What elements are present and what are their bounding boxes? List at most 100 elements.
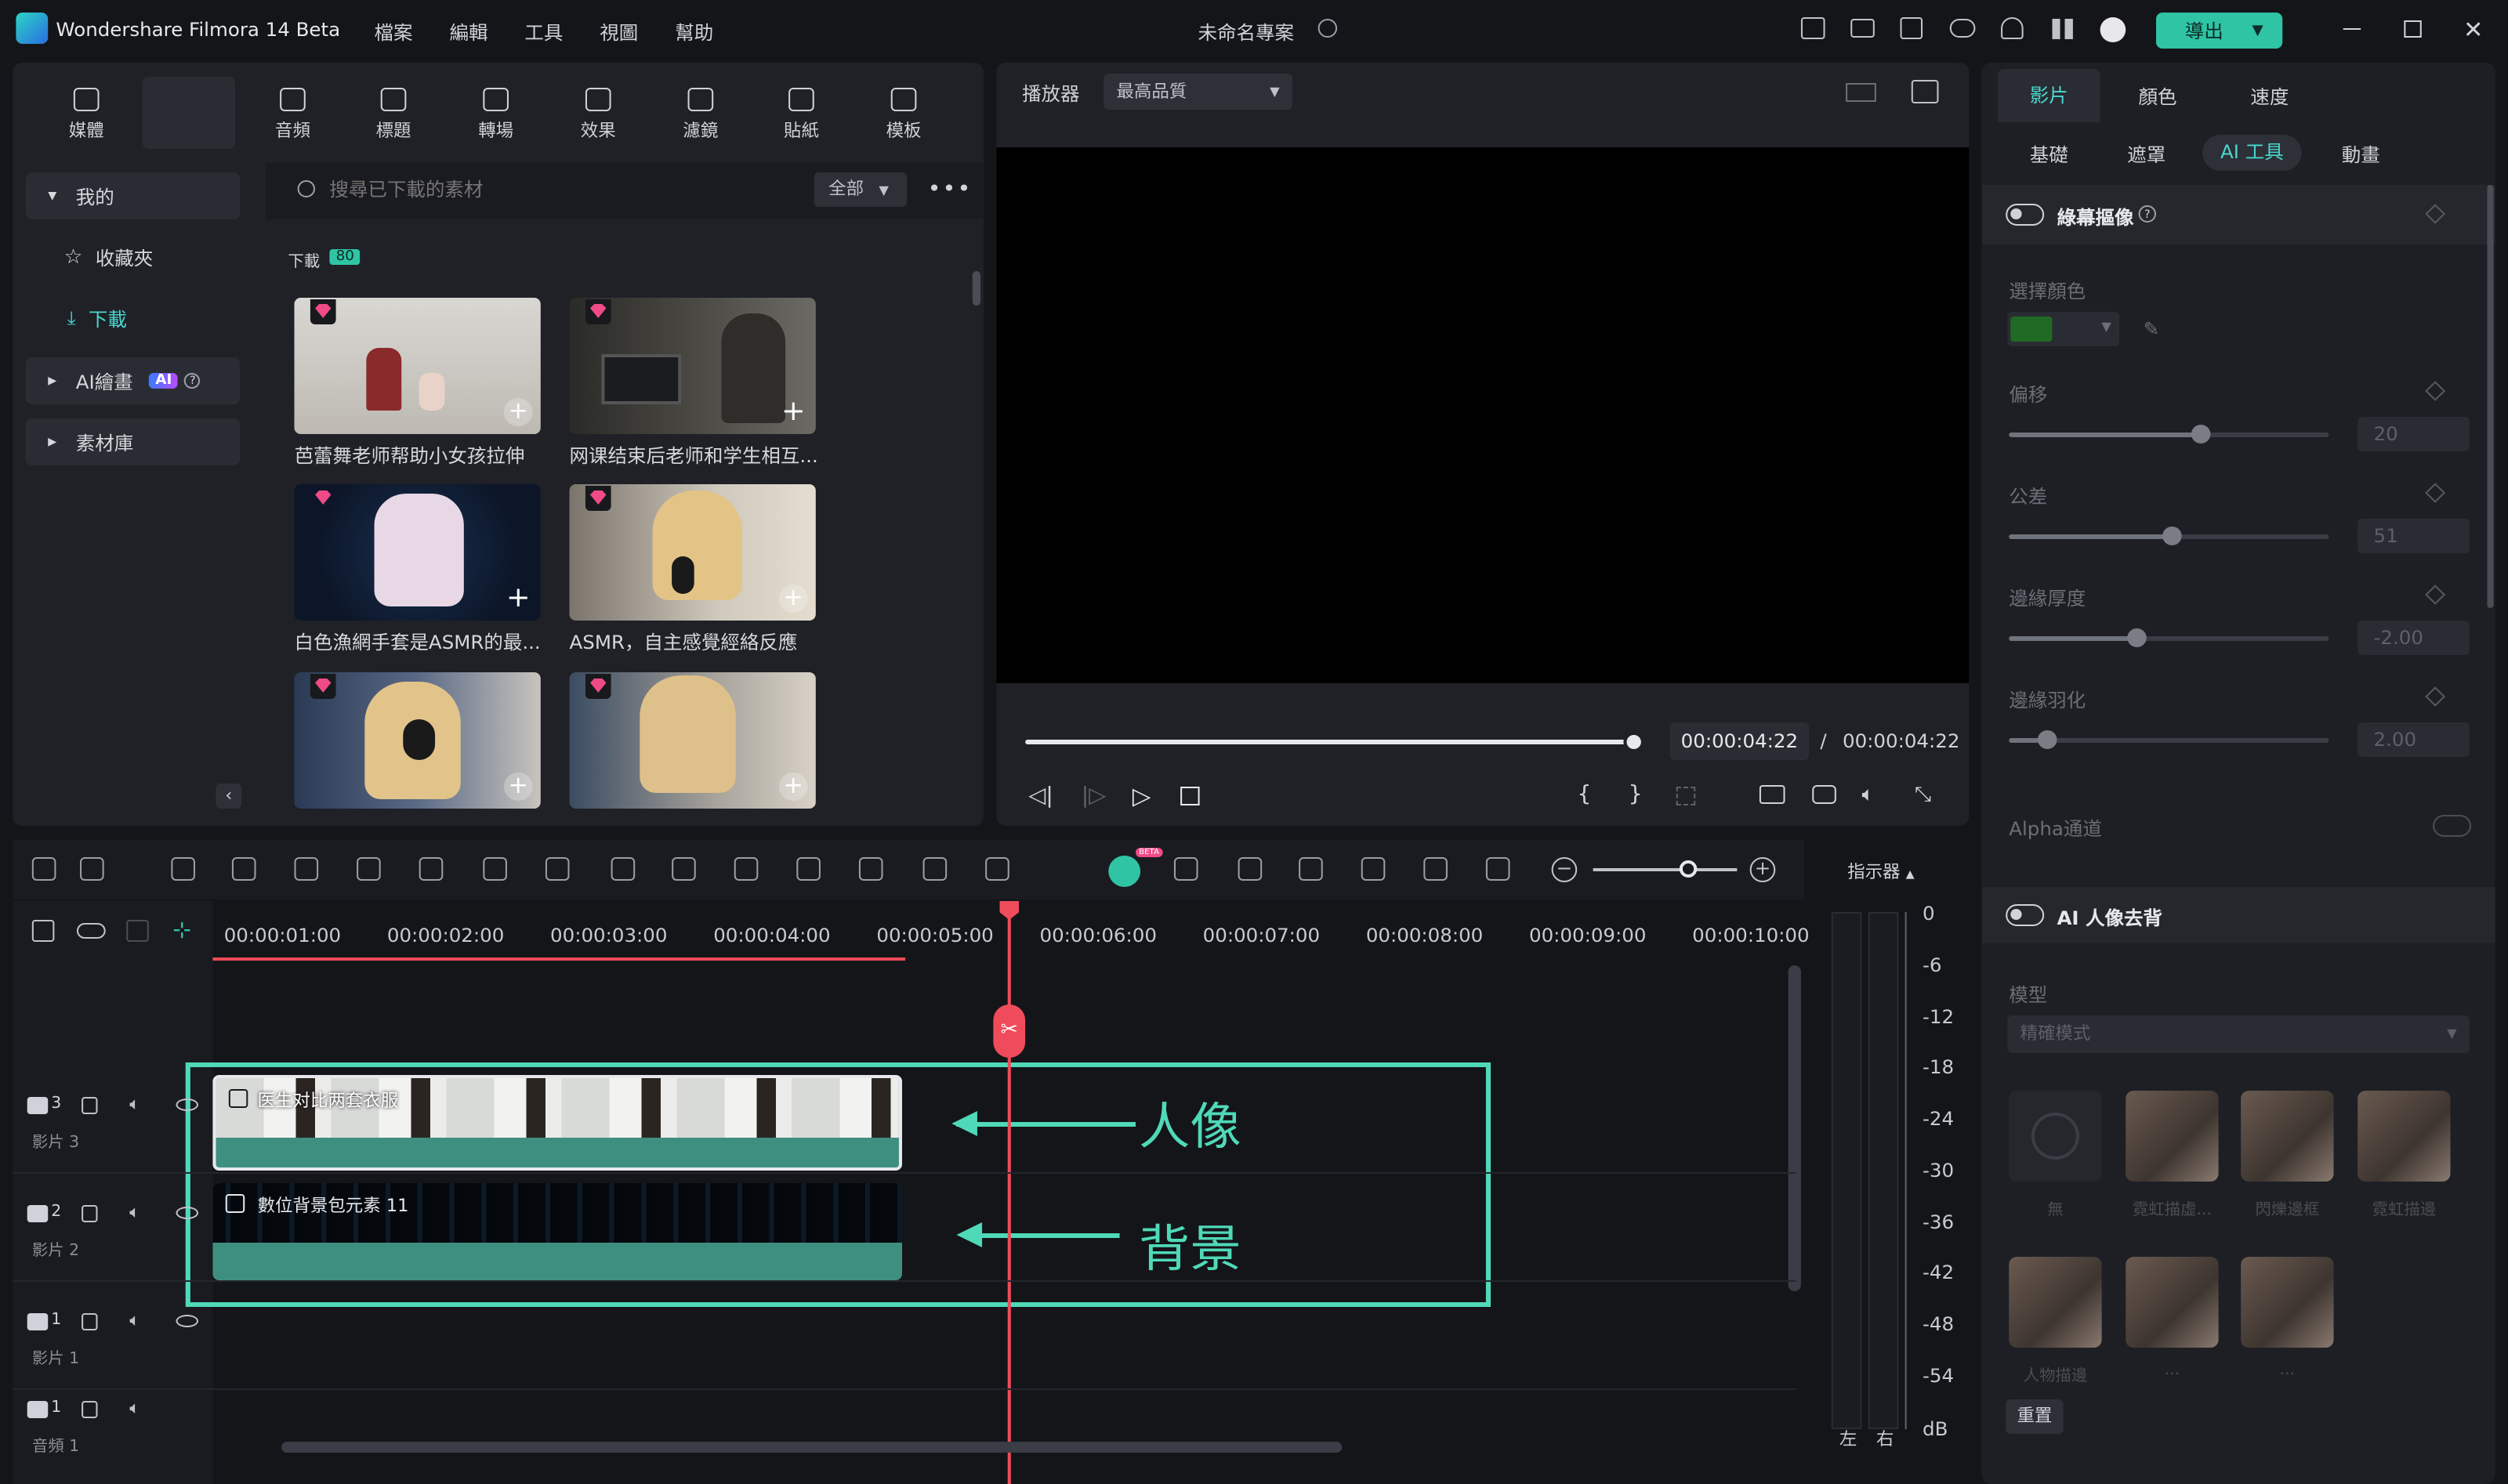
color-picker[interactable]: ▼ xyxy=(2007,312,2120,346)
help-icon[interactable]: ? xyxy=(2138,205,2156,223)
headset-icon[interactable] xyxy=(2001,17,2024,39)
eyedropper-icon[interactable]: ✎ xyxy=(2144,318,2160,340)
sidebar-item-favorites[interactable]: ☆ 收藏夾 xyxy=(26,233,240,281)
prev-frame-icon[interactable]: ◁| xyxy=(1028,784,1053,809)
quality-select[interactable]: 最高品質 ▼ xyxy=(1104,74,1292,110)
insert-icon[interactable] xyxy=(1676,787,1696,805)
restore-button[interactable] xyxy=(2404,20,2422,38)
timeline-v-scrollbar[interactable] xyxy=(1788,965,1801,1291)
magnet-snap-icon[interactable]: ⊹ xyxy=(172,918,191,943)
thumbnail-ballet[interactable]: + xyxy=(294,298,541,434)
track-visibility-icon[interactable] xyxy=(176,1315,199,1327)
slider-value[interactable]: 51 xyxy=(2358,519,2470,553)
volume-icon[interactable]: 🔈︎ xyxy=(1861,784,1874,807)
ai-effect-tile[interactable] xyxy=(2009,1091,2102,1182)
slider-value[interactable]: 2.00 xyxy=(2358,722,2470,757)
search-input[interactable] xyxy=(329,172,794,207)
split-scissors-icon[interactable]: ✂ xyxy=(993,1004,1026,1058)
thumbnail-asmr-woman-2[interactable]: + xyxy=(294,672,541,809)
slider-value[interactable]: -2.00 xyxy=(2358,621,2470,655)
subtab-animation[interactable]: 動畫 xyxy=(2342,141,2380,168)
track-lock-icon[interactable] xyxy=(82,1401,98,1418)
model-select[interactable]: 精確模式 ▼ xyxy=(2007,1015,2470,1053)
timeline-tool-11-icon[interactable] xyxy=(672,857,696,881)
thumbnail-online-class[interactable]: + xyxy=(569,298,816,434)
alpha-channel-toggle[interactable] xyxy=(2433,815,2472,837)
chroma-key-toggle[interactable] xyxy=(2006,204,2045,226)
playback-progress-track[interactable] xyxy=(1025,732,1644,752)
ai-effect-tile[interactable] xyxy=(2126,1257,2219,1348)
reset-button[interactable]: 重置 xyxy=(2006,1399,2064,1434)
slider-track[interactable] xyxy=(2009,628,2329,647)
ai-effect-tile[interactable] xyxy=(2009,1257,2102,1348)
subtab-basic[interactable]: 基礎 xyxy=(2030,141,2068,168)
link-icon[interactable] xyxy=(76,923,106,939)
display-icon[interactable] xyxy=(1759,785,1785,804)
add-icon[interactable]: + xyxy=(503,397,533,426)
playback-progress-knob[interactable] xyxy=(1623,732,1644,752)
timeline-tool-1-icon[interactable] xyxy=(31,857,56,881)
slider-track[interactable] xyxy=(2009,425,2329,443)
add-icon[interactable]: + xyxy=(778,772,808,801)
timeline-tool-5-icon[interactable] xyxy=(294,857,319,881)
tool-sticker[interactable]: 貼紙 xyxy=(761,88,841,143)
slider-knob[interactable] xyxy=(2191,425,2211,443)
tool-title[interactable]: 標題 xyxy=(353,88,433,143)
screen-record-icon[interactable] xyxy=(1800,17,1825,39)
timeline-tool-6-icon[interactable] xyxy=(357,857,381,881)
slider-knob[interactable] xyxy=(2127,628,2147,647)
ai-copilot-icon[interactable] xyxy=(1108,856,1141,887)
indicator-dropdown[interactable]: 指示器 ▲ xyxy=(1847,859,1914,884)
track-mute-icon[interactable]: 🔈︎ xyxy=(129,1094,140,1116)
add-icon[interactable]: + xyxy=(504,584,533,613)
minimize-button[interactable] xyxy=(2343,28,2361,30)
ai-effect-tile[interactable] xyxy=(2241,1257,2334,1348)
timeline-tool-10-icon[interactable] xyxy=(611,857,636,881)
zoom-in-icon[interactable]: + xyxy=(1749,857,1776,882)
timeline-tool-16-icon[interactable] xyxy=(985,857,1009,881)
timeline-tool-15-icon[interactable] xyxy=(922,857,948,881)
mark-out-icon[interactable]: } xyxy=(1629,782,1643,807)
timeline-tool-17-icon[interactable] xyxy=(1173,857,1198,881)
timeline-h-scrollbar[interactable] xyxy=(281,1442,1343,1453)
add-icon[interactable]: + xyxy=(778,584,808,613)
tool-effects[interactable]: 效果 xyxy=(558,88,638,143)
timeline-tool-20-icon[interactable] xyxy=(1361,857,1386,881)
apps-grid-icon[interactable] xyxy=(2052,19,2073,39)
export-button[interactable]: 導出 ▼ xyxy=(2155,13,2283,49)
timeline-tool-12-icon[interactable] xyxy=(734,857,759,881)
thumbnail-asmr-woman[interactable]: + xyxy=(569,484,816,621)
subtab-mask[interactable]: 遮罩 xyxy=(2127,141,2166,168)
menu-file[interactable]: 檔案 xyxy=(375,19,413,45)
menu-help[interactable]: 幫助 xyxy=(675,19,713,45)
zoom-out-icon[interactable]: − xyxy=(1551,857,1578,882)
filter-select[interactable]: 全部 ▼ xyxy=(814,172,908,207)
thumbnail-asmr-gloves[interactable]: + xyxy=(294,484,541,621)
timeline-tool-9-icon[interactable] xyxy=(545,857,570,881)
menu-view[interactable]: 視圖 xyxy=(600,19,638,45)
timeline-tool-18-icon[interactable] xyxy=(1238,857,1263,881)
tool-template[interactable]: 模板 xyxy=(864,88,944,143)
timeline-tool-7-icon[interactable] xyxy=(419,857,444,881)
zoom-slider[interactable] xyxy=(1593,860,1738,878)
thumbnail-asmr-woman-3[interactable]: + xyxy=(569,672,816,809)
track-lock-icon[interactable] xyxy=(82,1205,98,1222)
sidebar-item-mine[interactable]: ▼ 我的 xyxy=(25,172,241,219)
timeline-tool-21-icon[interactable] xyxy=(1423,857,1448,881)
track-visibility-icon[interactable] xyxy=(176,1207,199,1219)
ai-portrait-toggle[interactable] xyxy=(2006,904,2045,926)
stop-icon[interactable] xyxy=(1180,787,1200,805)
fullscreen-icon[interactable]: ⤡ xyxy=(1915,784,1931,807)
slider-knob[interactable] xyxy=(2037,730,2057,749)
timeline-tool-22-icon[interactable] xyxy=(1485,857,1510,881)
menu-tools[interactable]: 工具 xyxy=(524,19,563,45)
more-options-icon[interactable]: ••• xyxy=(928,177,973,202)
timeline-tool-3-icon[interactable] xyxy=(171,857,195,881)
help-icon[interactable]: ? xyxy=(184,373,201,389)
menu-edit[interactable]: 編輯 xyxy=(449,19,487,45)
tool-transition[interactable]: 轉場 xyxy=(456,88,536,143)
next-frame-icon[interactable]: |▷ xyxy=(1082,784,1107,809)
play-icon[interactable]: ▷ xyxy=(1133,782,1151,810)
tab-color[interactable]: 顏色 xyxy=(2139,83,2177,110)
cloud-icon[interactable] xyxy=(1949,19,1976,38)
